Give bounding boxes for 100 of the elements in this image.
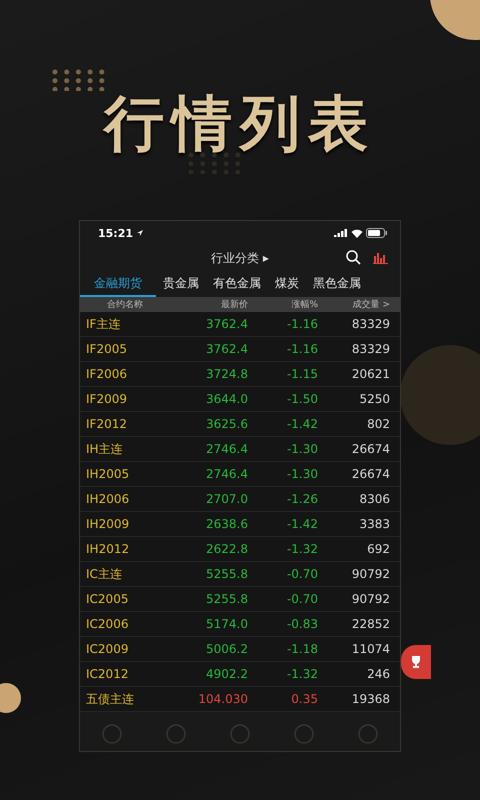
change-percent: -1.18 — [286, 642, 318, 656]
quote-row[interactable]: IF2009 3644.0 -1.50 5250 — [80, 387, 400, 412]
dot-pattern — [187, 152, 243, 174]
latest-price: 104.030 — [197, 692, 248, 706]
volume: 83329 — [350, 342, 390, 356]
category-tab[interactable]: 贵金属 — [156, 271, 206, 297]
bar-chart-icon[interactable] — [373, 250, 388, 264]
tab-bar-icon[interactable] — [165, 723, 187, 745]
status-time: 15:21 — [98, 226, 134, 240]
contract-name: IH2012 — [85, 542, 130, 556]
latest-price: 2746.4 — [205, 467, 248, 481]
latest-price: 5255.8 — [205, 567, 248, 581]
contract-name: IC主连 — [85, 566, 123, 582]
volume: 83329 — [350, 317, 390, 331]
latest-price: 3724.8 — [205, 367, 248, 381]
tab-bar-icon[interactable] — [293, 723, 315, 745]
change-percent: -1.50 — [286, 392, 318, 406]
battery-icon — [366, 228, 388, 238]
latest-price: 2638.6 — [205, 517, 248, 531]
volume: 19368 — [350, 692, 390, 706]
change-percent: -1.32 — [286, 667, 318, 681]
category-tab[interactable]: 黑色金属 — [306, 271, 368, 297]
volume: 90792 — [350, 592, 390, 606]
change-percent: -1.32 — [286, 542, 318, 556]
contract-name: IH2005 — [85, 467, 130, 481]
tab-bar-icon[interactable] — [357, 723, 379, 745]
latest-price: 2707.0 — [205, 492, 248, 506]
column-header[interactable]: 成交量 > — [318, 298, 390, 311]
signal-icon — [334, 228, 348, 238]
contract-name: IH2006 — [85, 492, 130, 506]
category-tab[interactable]: 有色金属 — [206, 271, 268, 297]
dot-pattern — [51, 69, 107, 91]
change-percent: -1.42 — [286, 517, 318, 531]
quote-row[interactable]: IH2005 2746.4 -1.30 26674 — [80, 462, 400, 487]
search-icon[interactable] — [346, 250, 361, 265]
tab-bar-icon[interactable] — [229, 723, 251, 745]
latest-price: 3762.4 — [205, 342, 248, 356]
latest-price: 5006.2 — [205, 642, 248, 656]
floating-button[interactable] — [401, 645, 431, 679]
volume: 22852 — [350, 617, 390, 631]
quote-row[interactable]: IC2005 5255.8 -0.70 90792 — [80, 587, 400, 612]
contract-name: IF2006 — [85, 367, 128, 381]
change-percent: -0.83 — [286, 617, 318, 631]
contract-name: IF2009 — [85, 392, 128, 406]
nav-title[interactable]: 行业分类 ▸ — [211, 250, 269, 266]
quote-row[interactable]: IF2005 3762.4 -1.16 83329 — [80, 337, 400, 362]
latest-price: 4902.2 — [205, 667, 248, 681]
headline: 行情列表 — [104, 88, 376, 160]
contract-name: IF2005 — [85, 342, 128, 356]
quote-row[interactable]: IC2012 4902.2 -1.32 246 — [80, 662, 400, 687]
quote-row[interactable]: IH2009 2638.6 -1.42 3383 — [80, 512, 400, 537]
latest-price: 3625.6 — [205, 417, 248, 431]
volume: 20621 — [350, 367, 390, 381]
quote-row[interactable]: IH2012 2622.8 -1.32 692 — [80, 537, 400, 562]
change-percent: -0.70 — [286, 592, 318, 606]
quote-row[interactable]: IH2006 2707.0 -1.26 8306 — [80, 487, 400, 512]
contract-name: IC2012 — [85, 667, 130, 681]
location-icon — [136, 229, 144, 237]
latest-price: 3644.0 — [205, 392, 248, 406]
column-header[interactable]: 涨幅% — [248, 298, 318, 311]
volume: 8306 — [358, 492, 390, 506]
latest-price: 5255.8 — [205, 592, 248, 606]
change-percent: -1.30 — [286, 442, 318, 456]
contract-name: IF2012 — [85, 417, 128, 431]
wifi-icon — [351, 228, 363, 238]
volume: 802 — [366, 417, 390, 431]
tab-bar-icon[interactable] — [101, 723, 123, 745]
change-percent: -1.26 — [286, 492, 318, 506]
contract-name: IH2009 — [85, 517, 130, 531]
trophy-icon — [409, 655, 423, 669]
column-header[interactable]: 合约名称 — [80, 298, 170, 311]
quote-row[interactable]: IH主连 2746.4 -1.30 26674 — [80, 437, 400, 462]
volume: 26674 — [350, 467, 390, 481]
contract-name: IC2006 — [85, 617, 130, 631]
change-percent: -0.70 — [286, 567, 318, 581]
quote-row[interactable]: IC2006 5174.0 -0.83 22852 — [80, 612, 400, 637]
change-percent: -1.16 — [286, 317, 318, 331]
column-header[interactable]: 最新价 — [170, 298, 248, 311]
change-percent: -1.30 — [286, 467, 318, 481]
contract-name: IC2009 — [85, 642, 130, 656]
change-percent: -1.15 — [286, 367, 318, 381]
quote-row[interactable]: IF主连 3762.4 -1.16 83329 — [80, 312, 400, 337]
quote-row[interactable]: 五债主连 104.030 0.35 19368 — [80, 687, 400, 712]
latest-price: 5174.0 — [205, 617, 248, 631]
latest-price: 3762.4 — [205, 317, 248, 331]
volume: 26674 — [350, 442, 390, 456]
latest-price: 2622.8 — [205, 542, 248, 556]
change-percent: -1.42 — [286, 417, 318, 431]
contract-name: IF主连 — [85, 316, 122, 332]
volume: 692 — [366, 542, 390, 556]
volume: 5250 — [358, 392, 390, 406]
quote-row[interactable]: IF2012 3625.6 -1.42 802 — [80, 412, 400, 437]
quote-row[interactable]: IC2009 5006.2 -1.18 11074 — [80, 637, 400, 662]
category-tab[interactable]: 煤炭 — [268, 271, 306, 297]
contract-name: 五债主连 — [85, 690, 135, 708]
quote-row[interactable]: IC主连 5255.8 -0.70 90792 — [80, 562, 400, 587]
change-percent: -1.16 — [286, 342, 318, 356]
quote-row[interactable]: IF2006 3724.8 -1.15 20621 — [80, 362, 400, 387]
volume: 11074 — [350, 642, 390, 656]
contract-name: IC2005 — [85, 592, 130, 606]
